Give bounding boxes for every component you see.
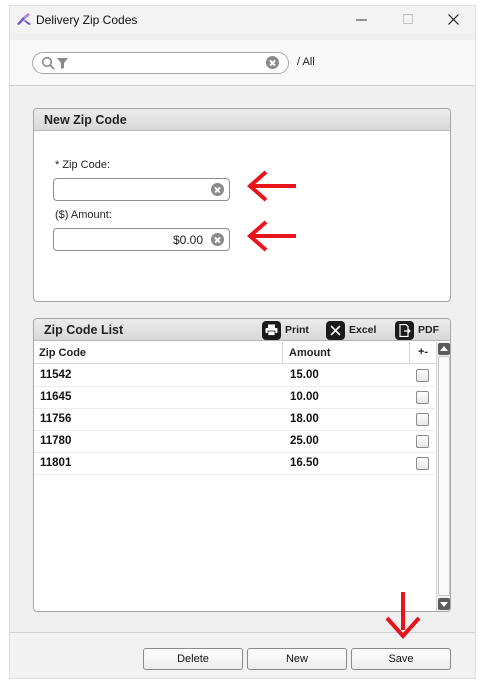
delete-button[interactable]: Delete [143, 648, 243, 670]
amount-clear-icon[interactable] [211, 233, 224, 246]
amount-field-box [53, 228, 230, 251]
zip-code-cell: 11801 [40, 457, 72, 469]
new-zip-code-header: New Zip Code [34, 109, 450, 131]
minimize-button[interactable] [348, 8, 374, 30]
amount-cell: 16.50 [290, 457, 319, 469]
search-box[interactable] [32, 52, 289, 74]
print-label: Print [285, 324, 309, 336]
maximize-button[interactable] [395, 8, 421, 30]
table-row[interactable]: 11801 16.50 [34, 453, 435, 475]
table-row[interactable]: 11756 18.00 [34, 409, 435, 431]
search-icon [41, 56, 55, 70]
zip-code-cell: 11542 [40, 369, 72, 381]
close-icon [447, 13, 459, 25]
filter-icon[interactable] [57, 58, 68, 69]
row-checkbox[interactable] [416, 369, 429, 382]
row-checkbox[interactable] [416, 457, 429, 470]
app-window: Delivery Zip Codes / All New Zip Code * … [9, 5, 476, 679]
table-row[interactable]: 11780 25.00 [34, 431, 435, 453]
amount-cell: 15.00 [290, 369, 319, 381]
column-header-zip-code[interactable]: Zip Code [34, 342, 283, 364]
search-bar: / All [10, 40, 475, 86]
zip-code-cell: 11756 [40, 413, 72, 425]
search-input[interactable] [71, 55, 261, 72]
pdf-label: PDF [418, 324, 439, 336]
amount-cell: 25.00 [290, 435, 319, 447]
zip-code-cell: 11645 [40, 391, 72, 403]
zip-code-list-header: Zip Code List Print Excel PDF [34, 319, 450, 341]
excel-label: Excel [349, 324, 377, 336]
pdf-export-button[interactable]: PDF [395, 320, 439, 340]
row-checkbox[interactable] [416, 435, 429, 448]
new-button[interactable]: New [247, 648, 347, 670]
new-zip-code-title: New Zip Code [44, 113, 127, 127]
zip-code-clear-icon[interactable] [211, 183, 224, 196]
zip-code-cell: 11780 [40, 435, 72, 447]
search-scope-label: / All [297, 56, 315, 68]
title-bar: Delivery Zip Codes [10, 6, 475, 33]
window-title: Delivery Zip Codes [36, 13, 138, 27]
close-window-button[interactable] [440, 8, 466, 30]
scrollbar-thumb[interactable] [438, 356, 450, 596]
amount-cell: 10.00 [290, 391, 319, 403]
add-remove-column-header[interactable]: +- [410, 342, 435, 364]
zip-code-list-panel: Zip Code List Print Excel PDF Zip Code A… [33, 318, 451, 612]
zip-code-label: * Zip Code: [55, 159, 111, 171]
save-button[interactable]: Save [351, 648, 451, 670]
zip-code-list-title: Zip Code List [44, 323, 124, 337]
row-checkbox[interactable] [416, 413, 429, 426]
table-row[interactable]: 11542 15.00 [34, 365, 435, 387]
zip-code-field[interactable] [58, 182, 203, 197]
pdf-export-icon [395, 320, 414, 340]
amount-cell: 18.00 [290, 413, 319, 425]
annotation-arrow-icon [385, 592, 421, 640]
app-logo-icon [17, 13, 31, 25]
annotation-arrow-icon [246, 170, 296, 202]
search-clear-icon[interactable] [266, 56, 279, 69]
zip-code-rows: 11542 15.00 11645 10.00 11756 18.00 1178… [34, 365, 435, 475]
minimize-icon [355, 19, 367, 20]
new-zip-code-panel: New Zip Code * Zip Code: ($) Amount: [33, 108, 451, 302]
print-button[interactable]: Print [262, 320, 309, 340]
column-header-amount[interactable]: Amount [283, 342, 410, 364]
row-checkbox[interactable] [416, 391, 429, 404]
amount-field[interactable] [58, 232, 203, 247]
scroll-up-icon[interactable] [438, 343, 450, 355]
excel-export-button[interactable]: Excel [326, 320, 376, 340]
print-icon [262, 320, 281, 340]
amount-label: ($) Amount: [55, 209, 112, 221]
scroll-down-icon[interactable] [438, 598, 450, 610]
excel-icon [326, 320, 345, 340]
zip-code-field-box [53, 178, 230, 201]
maximize-icon [402, 13, 413, 24]
vertical-scrollbar[interactable] [436, 342, 450, 611]
annotation-arrow-icon [246, 220, 296, 252]
table-row[interactable]: 11645 10.00 [34, 387, 435, 409]
